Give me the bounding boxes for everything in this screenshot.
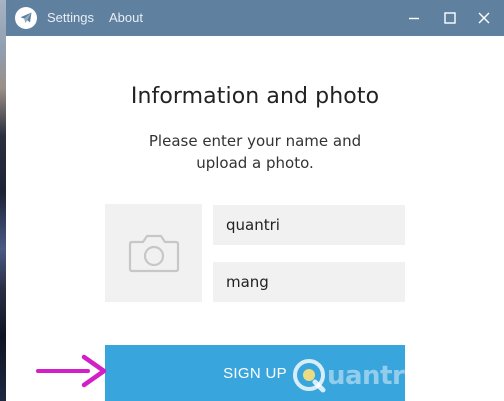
svg-text:uantrimang: uantrimang <box>327 361 493 391</box>
menu-settings[interactable]: Settings <box>47 10 94 25</box>
last-name-input[interactable] <box>213 262 405 302</box>
instructions-line-2: upload a photo. <box>196 154 314 172</box>
minimize-icon[interactable] <box>404 8 424 28</box>
watermark-logo: uantrimang <box>285 352 504 398</box>
camera-icon <box>128 234 180 273</box>
maximize-icon[interactable] <box>440 8 460 28</box>
annotation-arrow-icon <box>36 353 108 393</box>
title-bar: Settings About <box>6 0 504 36</box>
signup-panel: Information and photo Please enter your … <box>6 36 504 401</box>
upload-photo-button[interactable] <box>105 204 202 302</box>
close-icon[interactable] <box>474 8 494 28</box>
instructions-line-1: Please enter your name and <box>148 132 362 150</box>
page-title: Information and photo <box>130 84 380 109</box>
menu-about[interactable]: About <box>109 10 143 25</box>
instructions-text: Please enter your name and upload a phot… <box>6 130 504 174</box>
first-name-input[interactable] <box>213 205 405 245</box>
telegram-logo-icon <box>15 7 37 29</box>
